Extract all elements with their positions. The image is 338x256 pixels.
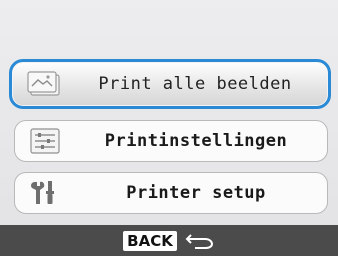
return-arrow-icon[interactable]: [185, 231, 215, 251]
menu-screen: Print alle beelden Printinstellingen Pri…: [0, 0, 338, 256]
menu-item-label: Printinstellingen: [104, 131, 288, 151]
menu-item-label: Print alle beelden: [98, 74, 292, 94]
menu-item-printer-setup[interactable]: Printer setup: [14, 172, 328, 214]
printer-setup-tools-icon: [23, 179, 67, 207]
print-all-images-icon: [22, 70, 66, 98]
menu-item-print-settings[interactable]: Printinstellingen: [14, 120, 328, 162]
bottom-bar: BACK: [0, 225, 338, 256]
menu-item-print-all-images[interactable]: Print alle beelden: [9, 59, 331, 109]
menu-item-label: Printer setup: [126, 183, 266, 203]
back-button-label[interactable]: BACK: [123, 230, 177, 251]
print-settings-icon: [23, 127, 67, 155]
